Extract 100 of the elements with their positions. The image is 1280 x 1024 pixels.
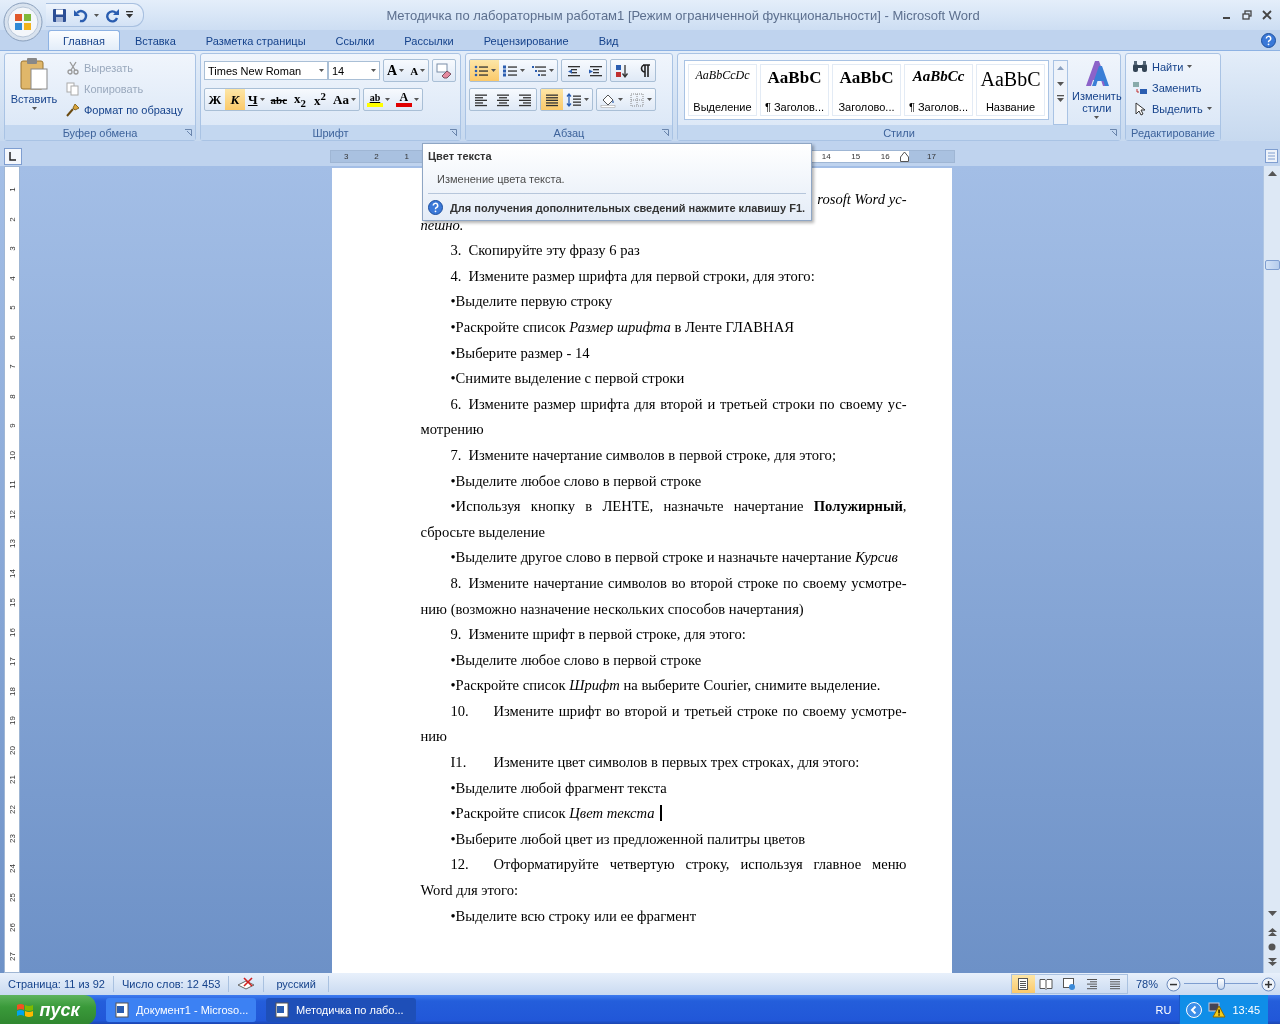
- font-size-field[interactable]: 14: [328, 61, 380, 80]
- close-icon[interactable]: [1262, 10, 1272, 20]
- input-language[interactable]: RU: [1155, 1004, 1172, 1016]
- ruler-number: 9: [7, 423, 17, 428]
- outline-icon: [1085, 977, 1100, 991]
- editing-action[interactable]: Заменить: [1130, 77, 1216, 98]
- word-count[interactable]: Число слов: 12 453: [113, 976, 230, 992]
- ruler-number: 13: [7, 539, 17, 549]
- paragraph: •Выберите любой цвет из предложенной палитры цветов: [449, 829, 807, 849]
- document-icon: [114, 1002, 130, 1018]
- font-name-field[interactable]: Times New Roman: [204, 61, 328, 80]
- undo-icon[interactable]: [73, 7, 88, 23]
- paragraph: •Раскройте список Размер шрифта в Ленте ГЛАВНАЯ: [449, 317, 795, 337]
- browse-object-icon[interactable]: [1268, 943, 1276, 951]
- change-styles-button[interactable]: Изменить стили: [1072, 56, 1122, 125]
- format-button[interactable]: Ж: [205, 89, 225, 110]
- scroll-down-icon[interactable]: [1267, 911, 1277, 917]
- scroll-up-icon[interactable]: [1267, 170, 1277, 176]
- scroll-thumb[interactable]: [1264, 260, 1280, 270]
- warning-icon[interactable]: [1208, 1002, 1227, 1018]
- justify-button[interactable]: [541, 89, 563, 110]
- dialog-launcher-icon[interactable]: [185, 129, 192, 136]
- font-color-button[interactable]: A: [392, 89, 422, 110]
- windows-flag-icon: [16, 1002, 35, 1018]
- editing-action[interactable]: Найти: [1130, 56, 1216, 77]
- format-button[interactable]: x$_{2}$: [290, 89, 311, 110]
- format-button[interactable]: x$^{2}$: [310, 89, 331, 110]
- dialog-launcher-icon[interactable]: [662, 129, 669, 136]
- ribbon-tab[interactable]: Ссылки: [320, 30, 390, 50]
- format-button[interactable]: Ч: [245, 89, 268, 110]
- ribbon-tab[interactable]: Разметка страницы: [190, 30, 321, 50]
- paragraph: 12. Отформатируйте четвертую строку, используя главное меню Word для этого:: [420, 855, 907, 901]
- vertical-scrollbar[interactable]: [1263, 166, 1280, 973]
- view-button[interactable]: [1011, 975, 1035, 993]
- ribbon-tab[interactable]: Главная: [48, 30, 120, 50]
- style-preset[interactable]: AaBbC ¶ Заголов...: [760, 64, 829, 116]
- scissors-icon: [66, 60, 80, 75]
- group-label: Шрифт: [312, 126, 349, 139]
- ribbon-tab[interactable]: Рецензирование: [468, 30, 584, 50]
- proofing-book-icon[interactable]: [237, 977, 256, 991]
- text-fragment: пешно.: [420, 217, 464, 233]
- taskbar-button[interactable]: Документ1 - Microso...: [106, 998, 256, 1022]
- format-button[interactable]: abc: [267, 89, 291, 110]
- start-button[interactable]: пуск: [0, 995, 96, 1024]
- chevron-left-icon[interactable]: [1186, 1002, 1203, 1018]
- bullets-button[interactable]: [470, 60, 499, 81]
- dialog-launcher-icon[interactable]: [450, 129, 457, 136]
- ribbon-tab[interactable]: Вставка: [119, 30, 191, 50]
- tab-stop-icon[interactable]: [4, 147, 22, 165]
- ribbon-tab[interactable]: Рассылки: [389, 30, 469, 50]
- zoom-in-icon[interactable]: [1261, 976, 1276, 992]
- paragraph: 8. Измените начертание символов во второй строке по своему усмотре- нию (возможно назначение нескольких способов начертания): [420, 573, 907, 619]
- scroll-down-icon[interactable]: [1056, 79, 1065, 88]
- paragraph: 7. Измените начертание символов в первой строке, для этого;: [449, 445, 837, 465]
- border-grid-icon: [629, 91, 645, 108]
- format-button[interactable]: К: [225, 89, 245, 110]
- next-page-icon[interactable]: [1267, 957, 1277, 967]
- ruler-number: 2: [373, 152, 380, 161]
- ruler-number: 21: [7, 775, 17, 785]
- ruler-number: 2: [7, 217, 17, 222]
- page-layout-icon: [1016, 977, 1031, 991]
- style-preset[interactable]: AaBbC Название: [976, 64, 1045, 116]
- editing-action[interactable]: Выделить: [1130, 98, 1216, 119]
- ruler-number: 18: [7, 686, 17, 696]
- shrink-font-button[interactable]: A: [407, 60, 429, 81]
- zoom-out-icon[interactable]: [1166, 976, 1181, 992]
- redo-icon[interactable]: [105, 7, 120, 23]
- help-icon[interactable]: [1261, 33, 1276, 48]
- draft-lines-icon: [1108, 977, 1123, 991]
- save-icon[interactable]: [52, 7, 67, 23]
- zoom-level[interactable]: 78%: [1127, 978, 1166, 990]
- highlight-button[interactable]: ab: [363, 89, 393, 110]
- web-page-icon: [1062, 977, 1077, 991]
- customize-caret-icon[interactable]: [126, 11, 133, 19]
- group-label: Стили: [883, 126, 915, 139]
- style-preset[interactable]: AaBbCcDc Выделение: [688, 64, 757, 116]
- paste-button[interactable]: Вставить: [8, 57, 60, 122]
- ribbon-tab[interactable]: Вид: [583, 30, 634, 50]
- page-count[interactable]: Страница: 11 из 92: [0, 976, 114, 992]
- restore-icon[interactable]: [1242, 10, 1252, 20]
- language-indicator[interactable]: русский: [264, 976, 329, 992]
- ruler-number: 26: [7, 922, 17, 932]
- replace-icon: [1132, 80, 1148, 95]
- paragraph: •Выделите любое слово в первой строке: [449, 650, 703, 670]
- paragraph: •Выделите другое слово в первой строке и назначьте начертание Курсив: [449, 548, 899, 568]
- more-styles-icon[interactable]: [1056, 94, 1065, 103]
- format-button[interactable]: Aa: [330, 89, 359, 110]
- style-preset[interactable]: AaBbCc ¶ Заголов...: [904, 64, 973, 116]
- grow-font-button[interactable]: A: [384, 60, 408, 81]
- paragraph: •Раскройте список Цвет текста: [420, 801, 907, 827]
- eraser-icon: [436, 62, 453, 79]
- document-icon: [274, 1002, 290, 1018]
- zoom-thumb[interactable]: [1217, 978, 1225, 990]
- style-preset[interactable]: AaBbC Заголово...: [832, 64, 901, 116]
- dialog-launcher-icon[interactable]: [1110, 129, 1117, 136]
- previous-page-icon[interactable]: [1267, 927, 1277, 937]
- group-label: Редактирование: [1131, 126, 1215, 139]
- taskbar-button[interactable]: Методичка по лабо...: [266, 998, 416, 1022]
- clipboard-action[interactable]: Формат по образцу: [64, 99, 185, 120]
- dropdown-caret-icon: [94, 13, 99, 17]
